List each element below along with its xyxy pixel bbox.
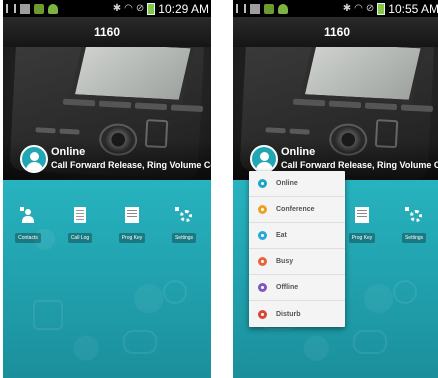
online-status-icon [258, 179, 267, 188]
battery-icon [147, 2, 156, 15]
conference-status-icon [258, 205, 267, 214]
busy-status-icon [258, 257, 267, 266]
phone-screen-left: ✱ ◠ ⊘ 10:29 AM 1160 Online Call Forward … [3, 0, 211, 378]
presence-subtitle: Call Forward Release, Ring Volume Contro… [51, 160, 211, 170]
avatar[interactable] [250, 145, 278, 173]
clock: 10:55 AM [388, 1, 438, 16]
call-log-button[interactable]: Call Log [60, 207, 100, 244]
alarm-icon: ⊘ [135, 3, 145, 14]
bluetooth-icon: ✱ [342, 3, 352, 14]
bluetooth-icon: ✱ [112, 3, 122, 14]
contacts-button[interactable]: Contacts [8, 207, 48, 244]
call-log-label: Call Log [67, 233, 93, 243]
contacts-label: Contacts [15, 233, 41, 243]
prog-key-label: Prog Key [348, 233, 376, 243]
status-menu: Online Conference Eat Busy Offline Distu… [249, 171, 345, 327]
app-grid-background: Contacts Call Log Prog Key Settings [3, 180, 211, 378]
prog-key-button[interactable]: Prog Key [342, 207, 382, 244]
presence-subtitle: Call Forward Release, Ring Volume Contro… [281, 160, 438, 170]
wifi-icon: ◠ [124, 3, 133, 14]
settings-label: Settings [401, 233, 427, 243]
status-option-conference[interactable]: Conference [249, 197, 345, 223]
status-option-offline[interactable]: Offline [249, 275, 345, 301]
avatar[interactable] [20, 145, 48, 173]
battery-icon [377, 2, 386, 15]
wifi-icon: ◠ [354, 3, 363, 14]
prog-key-icon [355, 207, 369, 223]
status-bar: ✱ ◠ ⊘ 10:55 AM [233, 0, 438, 17]
android-icon [278, 3, 288, 14]
settings-icon [175, 207, 193, 223]
status-option-online[interactable]: Online [249, 171, 345, 197]
image-icon [20, 3, 30, 14]
status-option-disturb[interactable]: Disturb [249, 301, 345, 327]
page-title: 1160 [233, 17, 438, 47]
app-notification-icon [34, 3, 44, 14]
status-bar: ✱ ◠ ⊘ 10:29 AM [3, 0, 211, 17]
page-title: 1160 [3, 17, 211, 47]
alarm-icon: ⊘ [365, 3, 375, 14]
status-option-busy[interactable]: Busy [249, 249, 345, 275]
clock: 10:29 AM [158, 1, 209, 16]
android-icon [48, 3, 58, 14]
app-notification-icon [264, 3, 274, 14]
disturb-status-icon [258, 309, 267, 319]
prog-key-label: Prog Key [118, 233, 146, 243]
eat-status-icon [258, 231, 267, 240]
call-log-icon [74, 207, 86, 223]
phone-screen-right: ✱ ◠ ⊘ 10:55 AM 1160 Online Call Forward … [233, 0, 438, 378]
offline-status-icon [258, 283, 267, 292]
contacts-icon [19, 207, 37, 223]
presence-bar[interactable]: Online Call Forward Release, Ring Volume… [3, 140, 211, 180]
usb-icon [6, 4, 16, 13]
settings-button[interactable]: Settings [394, 207, 434, 244]
presence-status: Online [51, 146, 86, 158]
settings-icon [405, 207, 423, 223]
settings-label: Settings [171, 233, 197, 243]
status-option-eat[interactable]: Eat [249, 223, 345, 249]
presence-status: Online [281, 146, 316, 158]
settings-button[interactable]: Settings [164, 207, 204, 244]
image-icon [250, 3, 260, 14]
usb-icon [236, 4, 246, 13]
prog-key-button[interactable]: Prog Key [112, 207, 152, 244]
prog-key-icon [125, 207, 139, 223]
